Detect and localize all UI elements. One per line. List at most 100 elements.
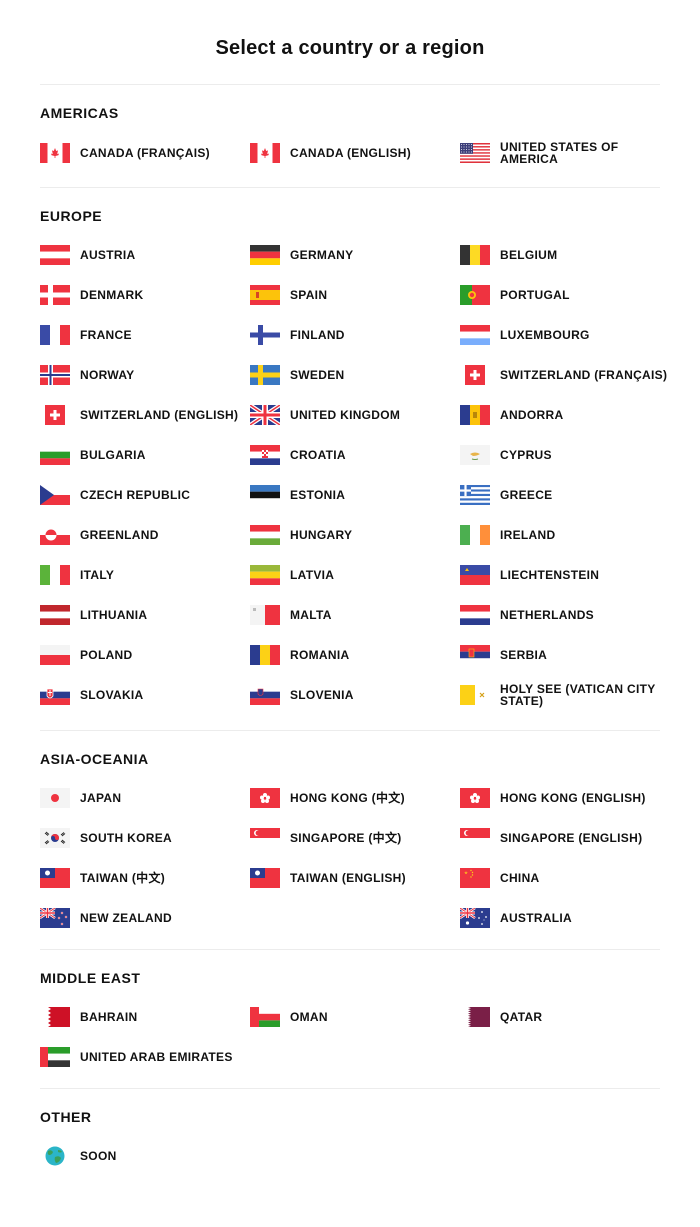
country-link-taiwan-english[interactable]: TAIWAN (ENGLISH) [250,868,460,888]
country-link-portugal[interactable]: PORTUGAL [460,285,670,305]
country-link-south-korea[interactable]: SOUTH KOREA [40,828,250,848]
country-link-ireland[interactable]: IRELAND [460,525,670,545]
country-link-taiwan[interactable]: TAIWAN (中文) [40,868,250,888]
country-link-malta[interactable]: MALTA [250,605,460,625]
country-link-denmark[interactable]: DENMARK [40,285,250,305]
qa-flag-icon [460,1007,490,1027]
country-link-sweden[interactable]: SWEDEN [250,365,460,385]
country-link-united-arab-emirates[interactable]: UNITED ARAB EMIRATES [40,1047,250,1067]
country-link-canada-fran-ais[interactable]: CANADA (FRANÇAIS) [40,143,250,163]
tw-flag-icon [250,868,280,888]
country-label: ROMANIA [290,648,350,662]
country-link-canada-english[interactable]: CANADA (ENGLISH) [250,143,460,163]
country-link-new-zealand[interactable]: NEW ZEALAND [40,908,250,928]
country-link-finland[interactable]: FINLAND [250,325,460,345]
country-link-romania[interactable]: ROMANIA [250,645,460,665]
country-link-austria[interactable]: AUSTRIA [40,245,250,265]
country-link-serbia[interactable]: SERBIA [460,645,670,665]
country-link-france[interactable]: FRANCE [40,325,250,345]
sk-flag-icon [40,685,70,705]
lu-flag-icon [460,325,490,345]
country-link-hungary[interactable]: HUNGARY [250,525,460,545]
country-label: NEW ZEALAND [80,911,172,925]
country-link-poland[interactable]: POLAND [40,645,250,665]
country-link-bahrain[interactable]: BAHRAIN [40,1007,250,1027]
country-label: HOLY SEE (VATICAN CITY STATE) [500,682,656,708]
be-flag-icon [460,245,490,265]
country-link-qatar[interactable]: QATAR [460,1007,670,1027]
cz-flag-icon [40,485,70,505]
jp-flag-icon [40,788,70,808]
country-label: LIECHTENSTEIN [500,568,600,582]
country-label: ITALY [80,568,115,582]
country-label: CHINA [500,871,540,885]
country-link-china[interactable]: CHINA [460,868,670,888]
bh-flag-icon [40,1007,70,1027]
ee-flag-icon [250,485,280,505]
country-link-luxembourg[interactable]: LUXEMBOURG [460,325,670,345]
country-label: CANADA (ENGLISH) [290,146,412,160]
country-link-united-states-of-america[interactable]: UNITED STATES OF AMERICA [460,141,670,165]
divider [40,1088,660,1089]
country-link-estonia[interactable]: ESTONIA [250,485,460,505]
country-link-greenland[interactable]: GREENLAND [40,525,250,545]
us-flag-icon [460,143,490,163]
country-link-germany[interactable]: GERMANY [250,245,460,265]
pl-flag-icon [40,645,70,665]
at-flag-icon [40,245,70,265]
gr-flag-icon [460,485,490,505]
country-label: AUSTRIA [80,248,136,262]
va-flag-icon [460,685,490,705]
country-link-netherlands[interactable]: NETHERLANDS [460,605,670,625]
country-link-andorra[interactable]: ANDORRA [460,405,670,425]
country-label: ANDORRA [500,408,564,422]
fi-flag-icon [250,325,280,345]
country-link-bulgaria[interactable]: BULGARIA [40,445,250,465]
country-link-holy-see-vatican-city-state[interactable]: HOLY SEE (VATICAN CITY STATE) [460,682,670,708]
country-link-switzerland-fran-ais[interactable]: SWITZERLAND (FRANÇAIS) [460,365,670,385]
country-link-slovakia[interactable]: SLOVAKIA [40,685,250,705]
country-link-japan[interactable]: JAPAN [40,788,250,808]
divider [40,949,660,950]
country-link-soon[interactable]: SOON [40,1146,250,1166]
country-link-belgium[interactable]: BELGIUM [460,245,670,265]
section-title-middle-east: MIDDLE EAST [40,970,141,986]
country-link-greece[interactable]: GREECE [460,485,670,505]
sg-flag-icon [460,828,490,848]
ch-flag-icon [460,365,490,385]
country-link-croatia[interactable]: CROATIA [250,445,460,465]
country-link-italy[interactable]: ITALY [40,565,250,585]
country-link-slovenia[interactable]: SLOVENIA [250,685,460,705]
country-link-singapore[interactable]: SINGAPORE (中文) [250,828,460,848]
country-link-switzerland-english[interactable]: SWITZERLAND (ENGLISH) [40,405,250,425]
country-link-latvia[interactable]: LATVIA [250,565,460,585]
country-label: PORTUGAL [500,288,570,302]
country-label: NETHERLANDS [500,608,594,622]
country-link-spain[interactable]: SPAIN [250,285,460,305]
country-link-liechtenstein[interactable]: LIECHTENSTEIN [460,565,670,585]
country-label: SINGAPORE (中文) [290,831,402,845]
country-link-australia[interactable]: AUSTRALIA [460,908,670,928]
tw-flag-icon [40,868,70,888]
country-label: SINGAPORE (ENGLISH) [500,831,643,845]
country-label: SOUTH KOREA [80,831,172,845]
country-label: CANADA (FRANÇAIS) [80,146,210,160]
country-label: NORWAY [80,368,135,382]
country-link-cyprus[interactable]: CYPRUS [460,445,670,465]
country-label: UNITED ARAB EMIRATES [80,1050,233,1064]
country-link-lithuania[interactable]: LITHUANIA [40,605,250,625]
ca-flag-icon [40,143,70,163]
country-link-singapore-english[interactable]: SINGAPORE (ENGLISH) [460,828,670,848]
country-label: LITHUANIA [80,608,148,622]
country-link-united-kingdom[interactable]: UNITED KINGDOM [250,405,460,425]
dk-flag-icon [40,285,70,305]
country-link-hong-kong[interactable]: HONG KONG (中文) [250,788,460,808]
country-label: GERMANY [290,248,354,262]
country-link-oman[interactable]: OMAN [250,1007,460,1027]
country-label: SPAIN [290,288,328,302]
country-link-czech-republic[interactable]: CZECH REPUBLIC [40,485,250,505]
country-label: LUXEMBOURG [500,328,590,342]
country-link-hong-kong-english[interactable]: HONG KONG (ENGLISH) [460,788,670,808]
country-label: TAIWAN (ENGLISH) [290,871,406,885]
country-link-norway[interactable]: NORWAY [40,365,250,385]
